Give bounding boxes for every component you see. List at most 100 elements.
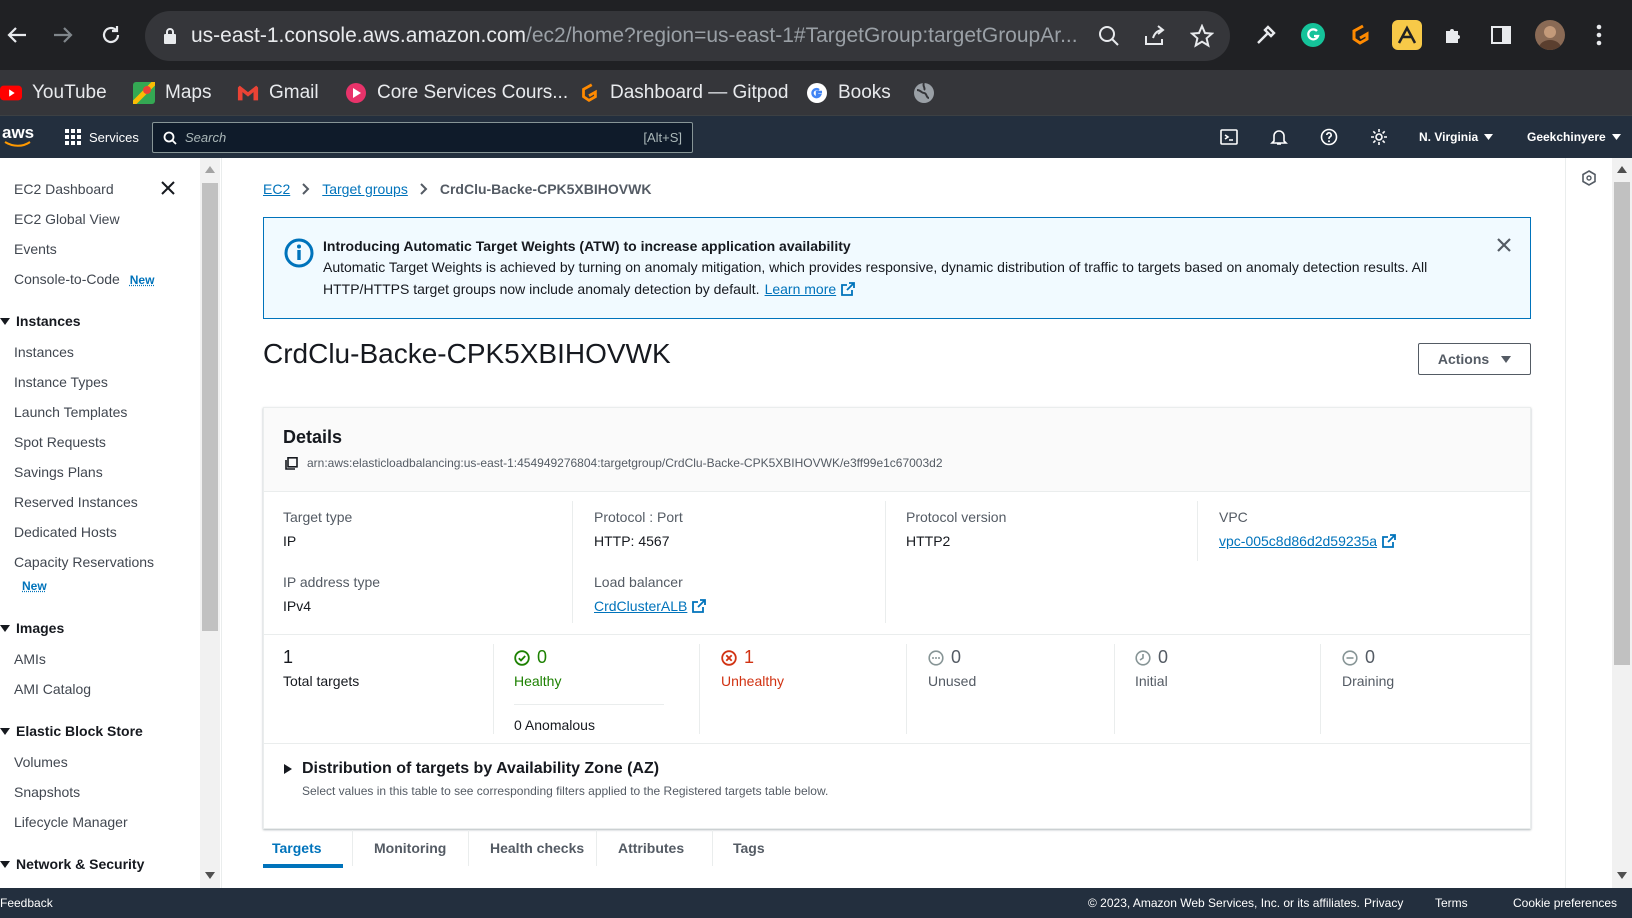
scroll-up-arrow-icon[interactable] (1617, 166, 1627, 173)
sidebar-item-volumes[interactable]: Volumes (14, 754, 68, 770)
sidebar-scroll-thumb[interactable] (202, 183, 218, 631)
privacy-link[interactable]: Privacy (1364, 896, 1403, 910)
sidebar-item-ec2-global-view[interactable]: EC2 Global View (14, 211, 120, 227)
tab-attributes[interactable]: Attributes (618, 840, 684, 856)
new-badge: New (129, 273, 155, 287)
section-label: Network & Security (16, 856, 145, 872)
info-body-line2: HTTP/HTTPS target groups now include ano… (323, 281, 760, 297)
google-icon (806, 82, 828, 104)
vega-extension-icon[interactable] (1392, 20, 1422, 50)
cookie-preferences-link[interactable]: Cookie preferences (1513, 896, 1617, 910)
feedback-link[interactable]: Feedback (0, 896, 53, 910)
scroll-up-arrow-icon[interactable] (205, 166, 215, 173)
details-header: Details arn:aws:elasticloadbalancing:us-… (264, 408, 1530, 492)
bookmark-star-icon[interactable] (1189, 23, 1215, 51)
sidebar-item-capacity-reservations[interactable]: Capacity Reservations (14, 554, 154, 570)
cloudshell-icon[interactable] (1220, 116, 1238, 158)
side-panel-icon[interactable] (1486, 20, 1516, 50)
console-footer: Feedback © 2023, Amazon Web Services, In… (0, 888, 1632, 918)
tab-monitoring[interactable]: Monitoring (374, 840, 446, 856)
sidebar-item-instances[interactable]: Instances (14, 344, 74, 360)
main-scroll-thumb[interactable] (1614, 182, 1630, 665)
sidebar-item-instance-types[interactable]: Instance Types (14, 374, 108, 390)
caret-down-icon (1484, 134, 1494, 140)
sidebar-item-spot-requests[interactable]: Spot Requests (14, 434, 106, 450)
aws-logo[interactable]: aws (2, 116, 34, 158)
bookmark-maps[interactable]: Maps (133, 78, 211, 108)
sidebar-item-dedicated-hosts[interactable]: Dedicated Hosts (14, 524, 117, 540)
tab-targets[interactable]: Targets (272, 840, 322, 856)
share-icon[interactable] (1143, 24, 1167, 51)
divider (1197, 501, 1198, 561)
notifications-bell-icon[interactable] (1270, 116, 1288, 158)
bookmark-youtube[interactable]: YouTube (0, 78, 107, 108)
unhealthy-x-icon (721, 649, 737, 666)
healthy-count-value: 0 (537, 647, 548, 667)
tab-tags[interactable]: Tags (733, 840, 765, 856)
sidebar-item-lifecycle-manager[interactable]: Lifecycle Manager (14, 814, 128, 830)
tab-health-checks[interactable]: Health checks (490, 840, 584, 856)
vpc-link[interactable]: vpc-005c8d86d2d59235a (1219, 533, 1377, 549)
address-bar[interactable]: us-east-1.console.aws.amazon.com/ec2/hom… (145, 11, 1230, 61)
section-label: Instances (16, 313, 81, 329)
sidebar-section-network-security[interactable]: Network & Security (0, 856, 144, 872)
initial-count-value: 0 (1158, 647, 1169, 667)
scroll-down-arrow-icon[interactable] (1617, 872, 1627, 879)
back-icon[interactable] (2, 20, 32, 50)
bookmark-gmail[interactable]: Gmail (237, 78, 319, 108)
browser-menu-icon[interactable] (1584, 20, 1614, 50)
distribution-az-expander[interactable]: Distribution of targets by Availability … (284, 760, 659, 778)
bookmark-globe[interactable] (913, 78, 935, 108)
search-placeholder: Search (185, 130, 227, 145)
sidebar-section-instances[interactable]: Instances (0, 313, 81, 329)
profile-avatar[interactable] (1535, 20, 1565, 50)
grammarly-icon[interactable] (1298, 20, 1328, 50)
bookmark-books[interactable]: Books (806, 78, 891, 108)
reload-icon[interactable] (96, 20, 126, 50)
terms-link[interactable]: Terms (1435, 896, 1468, 910)
course-play-icon (345, 82, 367, 104)
sidebar-item-savings-plans[interactable]: Savings Plans (14, 464, 103, 480)
sidebar-item-amis[interactable]: AMIs (14, 651, 46, 667)
sidebar-item-ami-catalog[interactable]: AMI Catalog (14, 681, 91, 697)
gitpod-extension-icon[interactable] (1345, 20, 1375, 50)
page-title: CrdClu-Backe-CPK5XBIHOVWK (263, 338, 671, 369)
breadcrumb-ec2-link[interactable]: EC2 (263, 181, 290, 197)
info-panel-icon[interactable] (1581, 170, 1597, 186)
close-icon[interactable] (1497, 238, 1511, 252)
zoom-icon[interactable] (1097, 24, 1121, 51)
sidebar-item-ec2-dashboard[interactable]: EC2 Dashboard (14, 181, 114, 197)
actions-label: Actions (1437, 351, 1490, 367)
settings-gear-icon[interactable] (1370, 116, 1388, 158)
actions-dropdown-button[interactable]: Actions (1418, 343, 1531, 375)
close-sidebar-icon[interactable] (160, 180, 176, 199)
learn-more-link[interactable]: Learn more (765, 281, 837, 297)
account-menu[interactable]: Geekchinyere (1527, 116, 1621, 158)
gitpod-icon (578, 82, 600, 104)
region-selector[interactable]: N. Virginia (1419, 116, 1494, 158)
sidebar-item-launch-templates[interactable]: Launch Templates (14, 404, 127, 420)
copy-icon[interactable] (285, 457, 298, 470)
url-host: us-east-1.console.aws.amazon.com (191, 24, 526, 47)
active-tab-indicator (263, 864, 343, 868)
breadcrumb-target-groups-link[interactable]: Target groups (322, 181, 408, 197)
sidebar-item-events[interactable]: Events (14, 241, 57, 257)
vpc-label: VPC (1219, 509, 1248, 525)
services-menu-button[interactable]: Services (65, 116, 139, 158)
bookmark-core-services[interactable]: Core Services Cours... (345, 78, 568, 108)
sidebar-item-snapshots[interactable]: Snapshots (14, 784, 80, 800)
sidebar-section-ebs[interactable]: Elastic Block Store (0, 723, 143, 739)
bookmark-label: Gmail (269, 82, 319, 103)
eyedropper-extension-icon[interactable] (1251, 20, 1281, 50)
help-icon[interactable] (1320, 116, 1338, 158)
extensions-puzzle-icon[interactable] (1439, 20, 1469, 50)
forward-icon[interactable] (48, 20, 78, 50)
load-balancer-link[interactable]: CrdClusterALB (594, 598, 687, 614)
scroll-down-arrow-icon[interactable] (205, 872, 215, 879)
search-input[interactable]: Search [Alt+S] (152, 122, 693, 153)
sidebar-section-images[interactable]: Images (0, 620, 64, 636)
sidebar-item-reserved-instances[interactable]: Reserved Instances (14, 494, 138, 510)
sidebar-item-console-to-code[interactable]: Console-to-Code New (14, 271, 154, 287)
divider (264, 743, 1530, 744)
bookmark-gitpod[interactable]: Dashboard — Gitpod (578, 78, 789, 108)
